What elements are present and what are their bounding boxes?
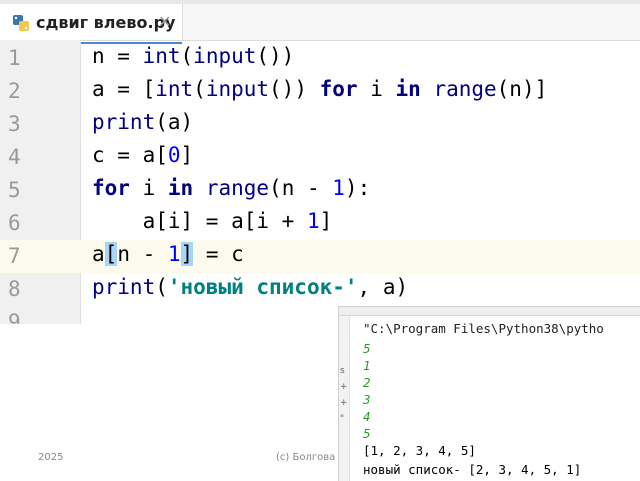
close-tab-icon[interactable]: ✕ (158, 12, 171, 31)
code-token: a (92, 242, 105, 266)
code-token: i (357, 77, 396, 101)
console-input-value: 2 (363, 375, 371, 390)
line-number: 2 (8, 79, 21, 103)
tab-filename: сдвиг влево.py (36, 13, 176, 32)
code-token: i (129, 176, 168, 200)
console-tool-icon[interactable]: " (340, 414, 344, 424)
footer-year: 2025 (38, 452, 64, 463)
code-line[interactable]: 1 n = int(input()) (0, 42, 640, 75)
console-tool-icon[interactable]: s (340, 366, 345, 376)
code-token: ( (155, 275, 168, 299)
code-token: (n)] (496, 77, 548, 101)
console-input-value: 5 (363, 426, 371, 441)
code-line[interactable]: 3 print(a) (0, 108, 640, 141)
code-token: 1 (167, 242, 181, 266)
code-text[interactable]: a[i] = a[i + 1] (92, 209, 333, 233)
code-text[interactable]: for i in range(n - 1): (92, 176, 370, 200)
console-input-value: 4 (363, 409, 371, 424)
code-token: input (193, 44, 257, 68)
console-input-value: 3 (363, 392, 371, 407)
console-output-line: новый список- [2, 3, 4, 5, 1] (363, 462, 582, 477)
console-input-value: 1 (363, 358, 371, 373)
python-file-icon (13, 15, 29, 31)
code-token: range (205, 176, 270, 200)
code-token: ] (319, 209, 333, 233)
code-token: input (205, 77, 270, 101)
line-number: 8 (8, 277, 21, 301)
code-line[interactable]: 4 c = a[0] (0, 141, 640, 174)
code-token: ] (180, 143, 194, 167)
code-token: n = (92, 44, 143, 68)
console-tool-icon[interactable]: + (340, 398, 348, 408)
code-token: 0 (167, 143, 181, 167)
code-token: c = a[ (92, 143, 168, 167)
code-line[interactable]: 2 a = [int(input()) for i in range(n)] (0, 75, 640, 108)
console-output-line: [1, 2, 3, 4, 5] (363, 443, 476, 458)
code-token: 1 (332, 176, 345, 200)
footer-copyright: (c) Болгова (276, 452, 336, 463)
code-line[interactable]: 7 a[n - 1] = c (0, 240, 640, 273)
code-token: a[i] = a[i + (92, 209, 307, 233)
code-line[interactable]: 5 for i in range(n - 1): (0, 174, 640, 207)
code-token: , a) (357, 275, 409, 299)
editor-tab[interactable]: сдвиг влево.py ✕ (0, 4, 183, 44)
code-token: int (142, 44, 181, 68)
run-console[interactable]: s + + " "C:\Program Files\Python38\pytho 5 1… (338, 306, 640, 481)
code-editor[interactable]: сдвиг влево.py ✕ 1n = int(input()) 2 a = [… (0, 0, 640, 324)
code-token: [ (104, 242, 118, 266)
code-token: print (92, 275, 156, 299)
code-line[interactable]: 8 print('новый список-', a) (0, 273, 640, 306)
line-number: 5 (8, 178, 21, 202)
code-text[interactable]: print(a) (92, 110, 193, 134)
line-number: 7 (8, 244, 21, 268)
code-token: 1 (306, 209, 320, 233)
tab-bar: сдвиг влево.py ✕ (0, 0, 640, 44)
code-text[interactable]: n = int(input()) (92, 44, 294, 68)
code-token: ( (180, 44, 194, 68)
code-text[interactable]: a = [int(input()) for i in range(n)] (92, 77, 547, 101)
code-token: print (92, 110, 156, 134)
line-number: 9 (8, 310, 21, 324)
code-text[interactable]: a[n - 1] = c (92, 242, 244, 266)
console-toolbar: s + + " (339, 316, 350, 481)
code-token: n - (117, 242, 168, 266)
code-text[interactable]: print('новый список-', a) (92, 275, 408, 299)
code-token: for (92, 176, 130, 200)
line-number: 1 (8, 46, 21, 70)
line-number: 6 (8, 211, 21, 235)
code-token: in (167, 176, 194, 200)
code-token: range (433, 77, 497, 101)
code-token: (n - (269, 176, 333, 200)
console-tool-icon[interactable]: + (340, 382, 348, 392)
code-token: ()) (269, 77, 320, 101)
line-number: 3 (8, 112, 21, 136)
code-token: in (395, 77, 421, 101)
code-token: a = [ (92, 77, 156, 101)
console-header (339, 307, 640, 316)
code-text[interactable]: c = a[0] (92, 143, 193, 167)
code-token: ] (180, 242, 194, 266)
line-number: 4 (8, 145, 21, 169)
code-line[interactable]: 6 a[i] = a[i + 1] (0, 207, 640, 240)
code-token: (a) (155, 110, 194, 134)
code-token: int (155, 77, 194, 101)
code-token: ()) (256, 44, 295, 68)
code-token: ): (344, 176, 371, 200)
code-token: ( (193, 77, 206, 101)
console-input-value: 5 (363, 341, 371, 356)
console-command-line: "C:\Program Files\Python38\pytho (363, 321, 604, 336)
code-token: = c (193, 242, 244, 266)
code-token: for (319, 77, 358, 101)
code-token: 'новый список-' (167, 275, 358, 299)
